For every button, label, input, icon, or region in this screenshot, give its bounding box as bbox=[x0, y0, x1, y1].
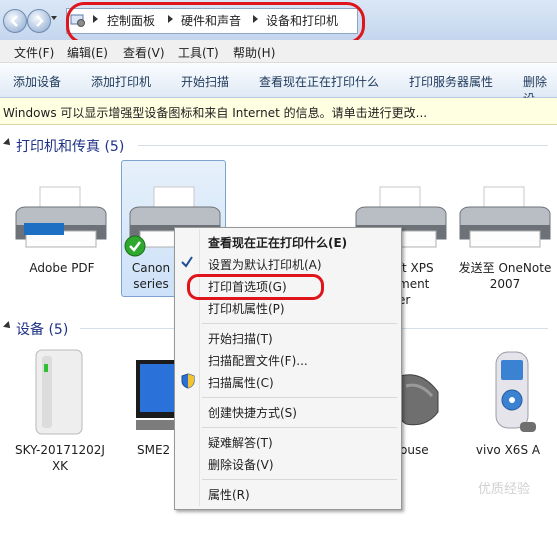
see-whats-printing-button[interactable]: 查看现在正在打印什么 bbox=[259, 73, 379, 90]
device-label[interactable]: SME2 bbox=[137, 442, 177, 458]
add-printer-button[interactable]: 添加打印机 bbox=[91, 73, 151, 90]
menu-separator bbox=[202, 397, 397, 398]
menu-item-scan-profiles[interactable]: 扫描配置文件(F)... bbox=[208, 352, 308, 369]
control-panel-icon bbox=[70, 14, 85, 27]
printer-label-line: Canon bbox=[131, 261, 171, 275]
breadcrumb-separator-icon bbox=[168, 15, 173, 23]
menu-item-start-scan[interactable]: 开始扫描(T) bbox=[208, 330, 273, 347]
start-scan-button[interactable]: 开始扫描 bbox=[181, 73, 229, 90]
history-dropdown-icon[interactable] bbox=[51, 16, 57, 20]
group-divider bbox=[138, 145, 548, 146]
collapse-arrow-icon[interactable] bbox=[3, 321, 13, 331]
printers-group-title[interactable]: 打印机和传真 (5) bbox=[16, 136, 124, 156]
group-divider bbox=[401, 328, 548, 329]
menu-help[interactable]: 帮助(H) bbox=[233, 44, 275, 61]
device-label[interactable]: SKY-20171202J XK bbox=[8, 442, 112, 474]
watermark: 优质经验 bbox=[478, 482, 531, 497]
menu-item-remove-device[interactable]: 删除设备(V) bbox=[208, 456, 274, 473]
breadcrumb-control-panel[interactable]: 控制面板 bbox=[107, 12, 155, 29]
printer-label-line: 发送至 OneNote bbox=[458, 261, 552, 275]
back-button[interactable] bbox=[3, 9, 27, 33]
menu-item-troubleshoot[interactable]: 疑难解答(T) bbox=[208, 434, 273, 451]
menu-edit[interactable]: 编辑(E) bbox=[67, 44, 108, 61]
breadcrumb-separator-icon bbox=[93, 15, 98, 23]
default-printer-check-icon bbox=[124, 235, 146, 257]
menu-item-properties[interactable]: 属性(R) bbox=[208, 486, 250, 503]
annotation-ring bbox=[187, 274, 324, 300]
devices-group-title[interactable]: 设备 (5) bbox=[16, 319, 68, 339]
printer-label-line: 2007 bbox=[489, 277, 521, 291]
checkmark-icon bbox=[181, 256, 193, 268]
device-label-line: XK bbox=[51, 459, 69, 473]
menu-view[interactable]: 查看(V) bbox=[123, 44, 165, 61]
printer-label[interactable]: 发送至 OneNote 2007 bbox=[452, 260, 557, 292]
printer-label-line: Adobe PDF bbox=[29, 261, 95, 275]
device-label-line: SME2 bbox=[137, 443, 171, 457]
printer-icon bbox=[15, 186, 107, 248]
forward-button[interactable] bbox=[27, 9, 51, 33]
printer-label-line: ment bbox=[398, 277, 430, 291]
printer-label[interactable]: Canon series bbox=[128, 260, 174, 292]
breadcrumb-devices-printers[interactable]: 设备和打印机 bbox=[266, 12, 338, 29]
print-server-properties-button[interactable]: 打印服务器属性 bbox=[409, 73, 493, 90]
menu-separator bbox=[202, 323, 397, 324]
phone-icon bbox=[495, 351, 536, 432]
menu-item-see-whats-printing[interactable]: 查看现在正在打印什么(E) bbox=[208, 234, 347, 251]
breadcrumb-separator-icon bbox=[253, 15, 258, 23]
menu-separator bbox=[202, 479, 397, 480]
menu-item-printer-properties[interactable]: 打印机属性(P) bbox=[208, 300, 285, 317]
group-divider bbox=[80, 328, 174, 329]
back-arrow-icon bbox=[10, 15, 18, 27]
menu-item-set-default-printer[interactable]: 设置为默认打印机(A) bbox=[208, 256, 322, 273]
printer-label-line: ft XPS bbox=[398, 261, 434, 275]
device-label-line: ouse bbox=[400, 443, 429, 457]
collapse-arrow-icon[interactable] bbox=[3, 138, 13, 148]
monitor-icon bbox=[136, 360, 176, 430]
shield-icon bbox=[181, 373, 195, 389]
context-menu-gutter bbox=[199, 229, 200, 506]
menu-item-create-shortcut[interactable]: 创建快捷方式(S) bbox=[208, 404, 297, 421]
menu-tools[interactable]: 工具(T) bbox=[178, 44, 219, 61]
menu-separator bbox=[202, 427, 397, 428]
menu-item-scan-properties[interactable]: 扫描属性(C) bbox=[208, 374, 274, 391]
printer-icon bbox=[459, 186, 551, 248]
info-bar-text[interactable]: Windows 可以显示增强型设备图标和来自 Internet 的信息。请单击进… bbox=[3, 104, 427, 121]
printer-label[interactable]: Adobe PDF bbox=[12, 260, 112, 276]
printer-label-line: series bbox=[133, 277, 169, 291]
breadcrumb-hardware-sound[interactable]: 硬件和声音 bbox=[181, 12, 241, 29]
device-label-line: vivo X6S A bbox=[475, 443, 541, 457]
device-label-line: SKY-20171202J bbox=[15, 443, 105, 457]
device-label[interactable]: vivo X6S A bbox=[468, 442, 548, 458]
device-label[interactable]: ouse bbox=[400, 442, 440, 458]
printer-label[interactable]: ft XPS ment er bbox=[398, 260, 440, 308]
forward-arrow-icon bbox=[36, 15, 44, 27]
computer-icon bbox=[35, 349, 83, 435]
add-device-button[interactable]: 添加设备 bbox=[13, 73, 61, 90]
menu-file[interactable]: 文件(F) bbox=[14, 44, 54, 61]
